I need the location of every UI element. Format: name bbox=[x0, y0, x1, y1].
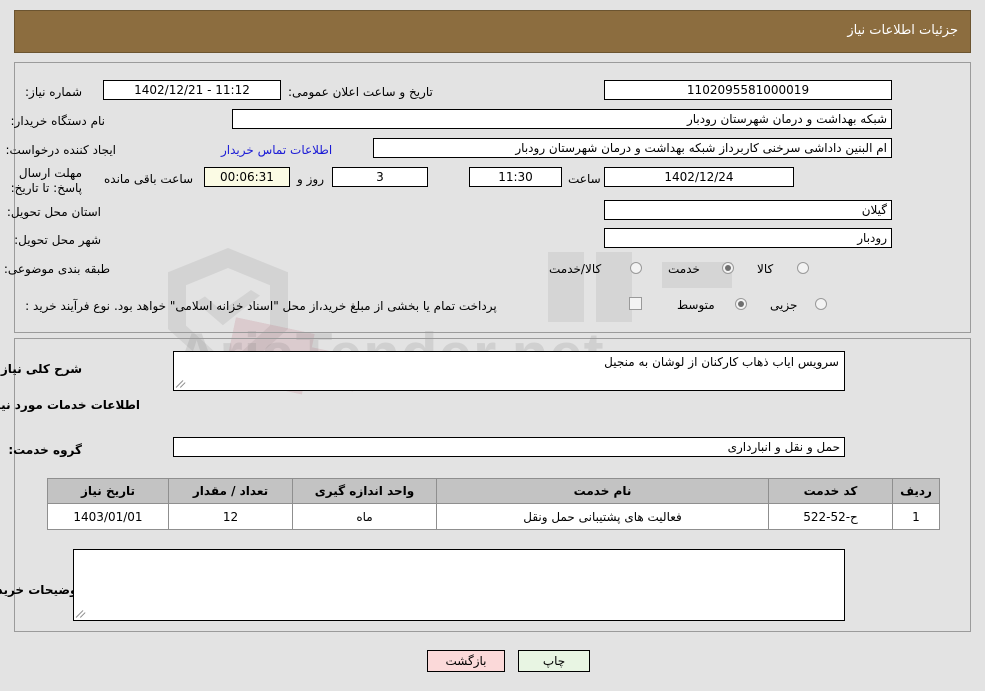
need-description-textarea[interactable]: سرویس ایاب ذهاب کارکنان از لوشان به منجی… bbox=[173, 351, 845, 391]
resize-grip-icon[interactable] bbox=[75, 608, 86, 618]
category-label: طبقه بندی موضوعی: bbox=[3, 262, 110, 276]
deadline-time-label: ساعت bbox=[568, 172, 601, 186]
cell-quantity: 12 bbox=[168, 503, 293, 530]
table-row: 1 ح-52-522 فعالیت های پشتیبانی حمل ونقل … bbox=[47, 503, 940, 530]
requester-label: ایجاد کننده درخواست: bbox=[5, 143, 116, 157]
cell-row-no: 1 bbox=[892, 503, 940, 530]
need-description-value: سرویس ایاب ذهاب کارکنان از لوشان به منجی… bbox=[604, 355, 839, 369]
category-radio-kala[interactable] bbox=[797, 262, 809, 274]
service-group-value: حمل و نقل و انبارداری bbox=[173, 437, 845, 457]
city-label: شهر محل تحویل: bbox=[14, 233, 101, 247]
col-unit: واحد اندازه گیری bbox=[292, 478, 437, 504]
cell-service-name: فعالیت های پشتیبانی حمل ونقل bbox=[436, 503, 769, 530]
process-label-motavaset: متوسط bbox=[677, 298, 715, 312]
back-button[interactable]: بازگشت bbox=[427, 650, 505, 672]
treasury-bond-checkbox[interactable] bbox=[629, 297, 642, 310]
need-number-label: شماره نیاز: bbox=[25, 85, 82, 99]
col-quantity: تعداد / مقدار bbox=[168, 478, 293, 504]
announce-datetime-value: 11:12 - 1402/12/21 bbox=[103, 80, 281, 100]
buyer-org-value: شبکه بهداشت و درمان شهرستان رودبار bbox=[232, 109, 892, 129]
table-header-row: ردیف کد خدمت نام خدمت واحد اندازه گیری ت… bbox=[47, 478, 940, 504]
announce-datetime-label: تاریخ و ساعت اعلان عمومی: bbox=[288, 85, 433, 99]
cell-service-code: ح-52-522 bbox=[768, 503, 893, 530]
need-info-panel bbox=[14, 62, 971, 333]
page-title: جزئیات اطلاعات نیاز bbox=[847, 23, 958, 38]
process-radio-motavaset[interactable] bbox=[735, 298, 747, 310]
cell-unit: ماه bbox=[292, 503, 437, 530]
remaining-hours-label: ساعت باقی مانده bbox=[104, 172, 194, 186]
deadline-label: مهلت ارسال پاسخ: تا تاریخ: bbox=[10, 166, 82, 195]
page-header-bar: جزئیات اطلاعات نیاز bbox=[14, 10, 971, 53]
process-label: نوع فرآیند خرید : bbox=[25, 299, 110, 313]
province-label: استان محل تحویل: bbox=[6, 205, 101, 219]
requester-value: ام البنین داداشی سرخنی کاربرداز شبکه بهد… bbox=[373, 138, 892, 158]
category-radio-khedmat[interactable] bbox=[722, 262, 734, 274]
deadline-time-value: 11:30 bbox=[469, 167, 562, 187]
category-label-kala-khedmat: کالا/خدمت bbox=[549, 262, 602, 276]
deadline-date-value: 1402/12/24 bbox=[604, 167, 794, 187]
category-radio-kala-khedmat[interactable] bbox=[630, 262, 642, 274]
need-description-label: شرح کلی نیاز: bbox=[0, 362, 82, 376]
need-number-value: 1102095581000019 bbox=[604, 80, 892, 100]
buyer-contact-link[interactable]: اطلاعات تماس خریدار bbox=[221, 143, 332, 157]
remaining-hours-countdown: 00:06:31 bbox=[204, 167, 290, 187]
remaining-days-value: 3 bbox=[332, 167, 428, 187]
buyer-org-label: نام دستگاه خریدار: bbox=[10, 114, 106, 128]
print-button[interactable]: چاپ bbox=[518, 650, 590, 672]
category-label-khedmat: خدمت bbox=[668, 262, 700, 276]
category-label-kala: کالا bbox=[757, 262, 774, 276]
col-service-name: نام خدمت bbox=[436, 478, 769, 504]
process-label-jozei: جزیی bbox=[770, 298, 798, 312]
treasury-bond-label: پرداخت تمام یا بخشی از مبلغ خرید،از محل … bbox=[114, 299, 497, 313]
services-heading: اطلاعات خدمات مورد نیاز bbox=[0, 398, 140, 412]
buyer-notes-textarea[interactable] bbox=[73, 549, 845, 621]
col-service-code: کد خدمت bbox=[768, 478, 893, 504]
service-group-label: گروه خدمت: bbox=[8, 443, 82, 457]
resize-grip-icon[interactable] bbox=[175, 378, 186, 388]
col-row-no: ردیف bbox=[892, 478, 940, 504]
col-need-date: تاریخ نیاز bbox=[47, 478, 169, 504]
cell-need-date: 1403/01/01 bbox=[47, 503, 169, 530]
process-radio-jozei[interactable] bbox=[815, 298, 827, 310]
remaining-days-label: روز و bbox=[297, 172, 324, 186]
city-value: رودبار bbox=[604, 228, 892, 248]
buyer-notes-label: توضیحات خریدار: bbox=[0, 583, 82, 597]
services-table: ردیف کد خدمت نام خدمت واحد اندازه گیری ت… bbox=[47, 478, 940, 530]
province-value: گیلان bbox=[604, 200, 892, 220]
